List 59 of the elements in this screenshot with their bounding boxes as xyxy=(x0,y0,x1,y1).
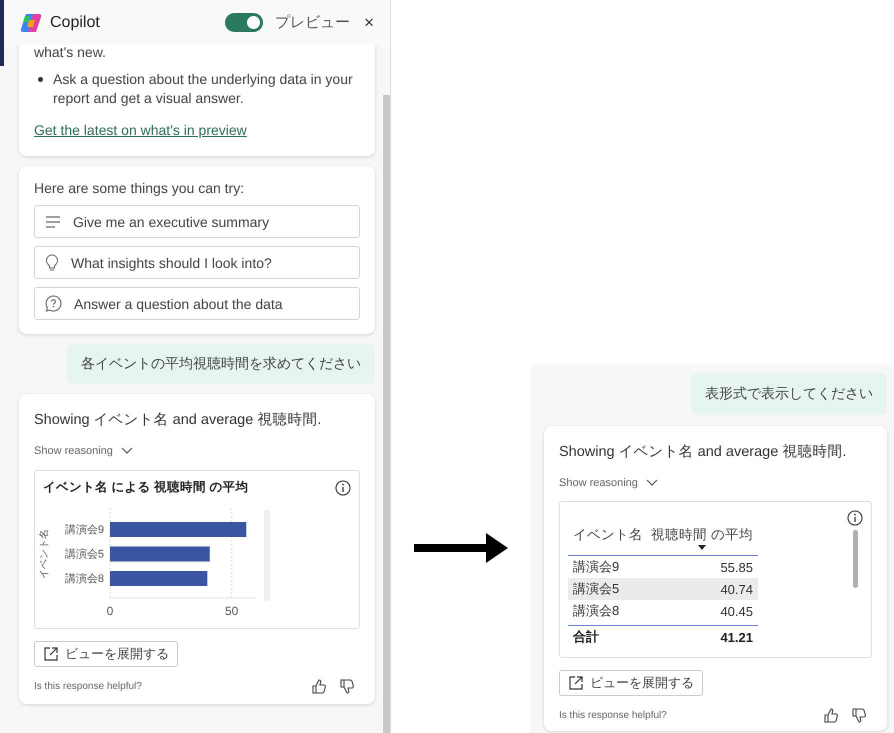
suggestions-heading: Here are some things you can try: xyxy=(34,180,246,196)
info-icon[interactable] xyxy=(847,510,863,526)
preview-label: プレビュー xyxy=(275,13,350,32)
response-text: Showing イベント名 and average 視聴時間. xyxy=(559,443,848,461)
table-cell: 40.74 xyxy=(720,582,753,596)
table-cell: 講演会8 xyxy=(573,602,620,620)
question-icon xyxy=(45,295,62,312)
chart-title: イベント名 による 視聴時間 の平均 xyxy=(43,479,248,496)
expand-view-button[interactable]: ビューを展開する xyxy=(34,641,178,667)
preview-link[interactable]: Get the latest on what's in preview xyxy=(34,122,247,138)
column-header[interactable]: イベント名 xyxy=(573,526,643,544)
arrow-icon xyxy=(414,533,508,563)
category-label: 講演会9 xyxy=(64,524,104,536)
user-message: 各イベントの平均視聴時間を求めてください xyxy=(67,344,375,384)
suggestion-button[interactable]: Answer a question about the data xyxy=(34,287,360,320)
lightbulb-icon xyxy=(45,254,59,271)
table-cell: 40.45 xyxy=(720,604,753,618)
sort-descending-icon xyxy=(698,545,706,550)
expand-icon xyxy=(43,646,59,662)
tick-label: 0 xyxy=(106,604,114,618)
category-label: 講演会8 xyxy=(64,573,104,585)
table-cell: 講演会5 xyxy=(573,580,620,598)
category-label: 講演会5 xyxy=(64,548,104,560)
feedback-question: Is this response helpful? xyxy=(559,710,668,721)
axis-title: イベント名 xyxy=(39,529,50,579)
column-header[interactable]: 視聴時間 の平均 xyxy=(651,526,753,550)
close-button[interactable]: × xyxy=(362,12,376,32)
show-reasoning-toggle[interactable]: Show reasoning xyxy=(559,477,658,489)
suggestion-button[interactable]: What insights should I look into? xyxy=(34,246,360,279)
response-text: Showing イベント名 and average 視聴時間. xyxy=(34,411,322,429)
table-cell: 講演会9 xyxy=(573,558,620,576)
show-reasoning-toggle[interactable]: Show reasoning xyxy=(34,445,133,457)
chevron-icon xyxy=(120,447,133,455)
expand-icon xyxy=(568,675,584,691)
table-row[interactable]: 講演会8 40.45 xyxy=(568,600,758,622)
info-text: what's new. xyxy=(34,44,107,60)
thumbs-down-icon[interactable] xyxy=(340,679,354,694)
feedback-question: Is this response helpful? xyxy=(34,681,143,692)
thumbs-up-icon[interactable] xyxy=(824,708,838,723)
bullet-text: Ask a question about the underlying data in your report and get a visual answer. xyxy=(53,70,354,108)
thumbs-down-icon[interactable] xyxy=(852,708,866,723)
user-message: 表形式で表示してください xyxy=(691,373,887,415)
thumbs-up-icon[interactable] xyxy=(312,679,326,694)
table-row[interactable]: 講演会9 55.85 xyxy=(568,556,758,578)
scrollbar[interactable] xyxy=(852,530,858,588)
preview-toggle[interactable] xyxy=(225,13,264,32)
info-icon[interactable] xyxy=(335,480,351,496)
chevron-icon xyxy=(646,479,658,487)
panel-title: Copilot xyxy=(50,14,100,32)
lines-icon xyxy=(45,216,61,228)
total-label: 合計 xyxy=(573,628,599,646)
suggestion-button[interactable]: Give me an executive summary xyxy=(34,205,360,238)
table-row[interactable]: 講演会5 40.74 xyxy=(568,578,758,600)
scrollbar[interactable] xyxy=(383,95,390,733)
expand-view-button[interactable]: ビューを展開する xyxy=(559,670,703,696)
tick-label: 50 xyxy=(224,604,238,618)
total-value: 41.21 xyxy=(720,630,753,644)
table-cell: 55.85 xyxy=(720,560,753,574)
copilot-logo-icon xyxy=(20,12,42,34)
